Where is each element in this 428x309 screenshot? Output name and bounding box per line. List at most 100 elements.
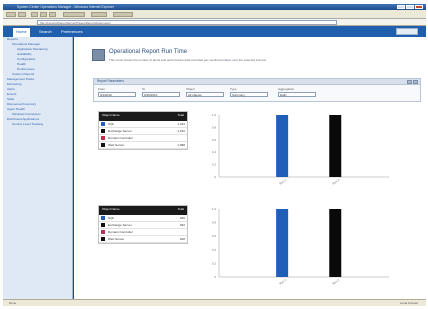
- legend-row[interactable]: Exchange Server 1,152: [99, 128, 187, 135]
- bar: [276, 115, 289, 177]
- y-tick-label: 0.6: [212, 138, 217, 142]
- legend-row[interactable]: Exchange Server 932: [99, 222, 187, 229]
- param-label: Object: [186, 87, 195, 91]
- stop-icon[interactable]: [31, 12, 38, 17]
- home-icon[interactable]: [49, 12, 56, 17]
- page-title: Operational Report Run Time: [109, 49, 188, 55]
- param-aggregation-select[interactable]: Daily: [278, 92, 316, 97]
- legend-label: SQL: [108, 216, 115, 220]
- param-type-select[interactable]: Summary: [230, 92, 268, 97]
- bar-chart-top: 1.0 0.8 0.6 0.4 0.2 0 Run 1 Run 2: [194, 111, 409, 191]
- param-from: From 9/1/2010: [98, 87, 136, 97]
- panel-controls: [407, 80, 418, 84]
- legend-swatch: [101, 122, 105, 126]
- y-tick-label: 0: [214, 175, 216, 179]
- param-object-select[interactable]: All objects: [186, 92, 224, 97]
- parameter-panel: Report Parameters From 9/1/2010 To 9/30/…: [93, 78, 421, 102]
- maximize-button[interactable]: [406, 5, 414, 9]
- legend-label: Web Server: [108, 237, 125, 241]
- param-to: To 9/30/2010: [142, 87, 180, 97]
- legend-table: Object Name Total SQL 946 Exchange Server 932…: [98, 205, 188, 244]
- y-tick-label: 0: [214, 275, 216, 279]
- bar-chart-svg: 1.0 0.8 0.6 0.4 0.2 0 Run 1 Run 2: [212, 207, 389, 286]
- legend-header: Object Name Total: [99, 112, 187, 121]
- legend-swatch: [101, 129, 105, 133]
- sidebar-item[interactable]: Service Level Tracking: [3, 122, 72, 127]
- legend-swatch: [101, 216, 105, 220]
- bar-chart-bottom: 1.0 0.8 0.6 0.4 0.2 0 Run 1 Run 2: [194, 205, 409, 291]
- y-tick-label: 1.0: [212, 113, 217, 117]
- legend-row[interactable]: Web Server 918: [99, 236, 187, 243]
- legend-row[interactable]: SQL 1,234: [99, 121, 187, 128]
- legend-header-cell: Total: [177, 113, 184, 117]
- param-label: Type: [230, 87, 237, 91]
- bar: [276, 209, 289, 277]
- parameter-header-label: Report Parameters: [97, 79, 124, 83]
- legend-label: Domain Controller: [108, 136, 133, 140]
- param-label: To: [142, 87, 146, 91]
- collapse-icon[interactable]: [407, 80, 412, 84]
- bar: [329, 115, 342, 177]
- legend-label: Exchange Server: [108, 223, 132, 227]
- window-controls: [397, 5, 423, 9]
- user-menu[interactable]: [396, 28, 418, 35]
- close-button[interactable]: [415, 5, 423, 9]
- x-tick-label: Run 1: [278, 278, 287, 286]
- tab-home[interactable]: Home: [13, 28, 30, 37]
- tab-preferences[interactable]: Preferences: [61, 29, 83, 34]
- minimize-button[interactable]: [397, 5, 405, 9]
- legend-row[interactable]: Domain Controller: [99, 135, 187, 142]
- page-description: This report shows the number of alerts a…: [109, 58, 267, 62]
- x-tick-label: Run 2: [332, 278, 341, 286]
- y-tick-label: 0.4: [212, 150, 217, 154]
- back-icon[interactable]: [6, 12, 16, 17]
- legend-label: Exchange Server: [108, 129, 132, 133]
- legend-row[interactable]: SQL 946: [99, 215, 187, 222]
- legend-swatch: [101, 223, 105, 227]
- legend-header-cell: Object Name: [102, 207, 120, 211]
- window-title: System Center Operations Manager - Windo…: [17, 5, 115, 9]
- param-from-select[interactable]: 9/1/2010: [98, 92, 136, 97]
- y-tick-label: 0.2: [212, 163, 217, 167]
- status-bar: Done Local intranet: [3, 299, 426, 306]
- legend-row[interactable]: Domain Controller: [99, 229, 187, 236]
- x-tick-label: Run 2: [332, 178, 341, 186]
- legend-header: Object Name Total: [99, 206, 187, 215]
- y-tick-label: 1.0: [212, 207, 217, 211]
- legend-value: 1,234: [177, 122, 185, 126]
- legend-value: 932: [179, 223, 185, 227]
- param-aggregation: Aggregation Daily: [278, 87, 316, 97]
- param-label: From: [98, 87, 105, 91]
- param-label: Aggregation: [278, 87, 295, 91]
- browser-window: System Center Operations Manager - Windo…: [3, 4, 426, 306]
- favorites-icon[interactable]: [63, 12, 85, 17]
- legend-label: SQL: [108, 122, 115, 126]
- legend-swatch: [101, 136, 105, 140]
- main-content: Operational Report Run Time This report …: [74, 37, 426, 299]
- print-icon[interactable]: [91, 12, 107, 17]
- browser-toolbar: [3, 10, 426, 19]
- x-tick-label: Run 1: [278, 178, 287, 186]
- legend-table: Object Name Total SQL 1,234 Exchange Server 1…: [98, 111, 188, 150]
- legend-value: 946: [179, 216, 185, 220]
- address-bar: http://reports/ReportServer/Pages/Report…: [3, 19, 426, 26]
- refresh-icon[interactable]: [40, 12, 47, 17]
- param-to-select[interactable]: 9/30/2010: [142, 92, 180, 97]
- y-tick-label: 0.8: [212, 221, 217, 225]
- legend-swatch: [101, 143, 105, 147]
- tab-search[interactable]: Search: [39, 29, 52, 34]
- status-text: Done: [9, 301, 17, 305]
- forward-icon[interactable]: [18, 12, 26, 17]
- tools-icon[interactable]: [113, 12, 133, 17]
- app-nav: Home Search Preferences: [3, 26, 426, 37]
- url-input[interactable]: http://reports/ReportServer/Pages/Report…: [37, 20, 337, 25]
- bar: [329, 209, 342, 277]
- legend-swatch: [101, 230, 105, 234]
- close-panel-icon[interactable]: [413, 80, 418, 84]
- y-tick-label: 0.2: [212, 261, 217, 265]
- report-icon: [92, 49, 105, 61]
- y-tick-label: 0.6: [212, 234, 217, 238]
- legend-value: 1,098: [177, 143, 185, 147]
- legend-row[interactable]: Web Server 1,098: [99, 142, 187, 149]
- y-tick-label: 0.8: [212, 125, 217, 129]
